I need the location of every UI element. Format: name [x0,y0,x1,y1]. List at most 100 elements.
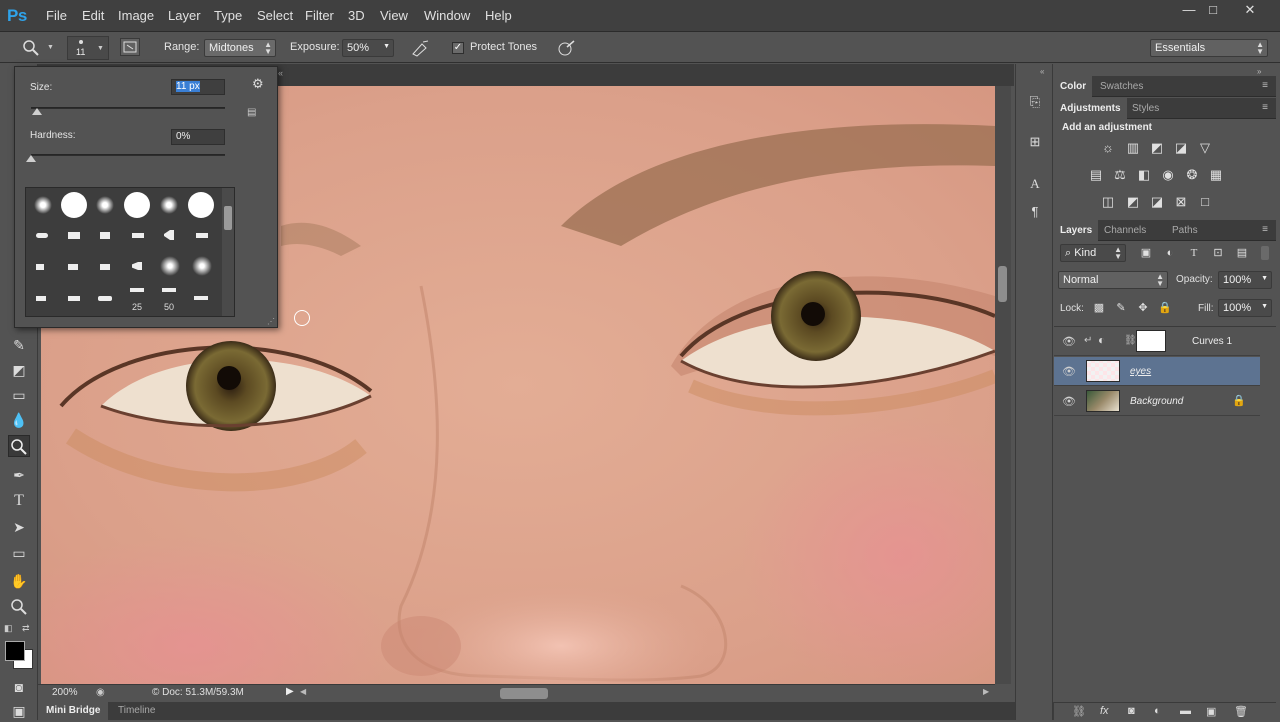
menu-filter[interactable]: Filter [305,8,334,23]
foreground-color-swatch[interactable] [5,641,25,661]
new-preset-icon[interactable]: ▤ [247,107,256,118]
character-icon[interactable]: A [1025,174,1045,194]
pen-tool-icon[interactable]: ✒ [8,464,30,486]
type-tool-icon[interactable]: T [8,490,30,512]
panel-menu-icon[interactable]: ≡ [1262,102,1268,113]
brush-tip-grid[interactable]: 25 50 [25,187,235,317]
hand-tool-icon[interactable]: ✋ [8,570,30,592]
invert-icon[interactable]: ◫ [1099,193,1117,211]
airbrush-icon[interactable] [410,39,430,57]
lock-position-icon[interactable]: ✥ [1134,299,1152,317]
menu-file[interactable]: File [46,8,67,23]
screen-mode-icon[interactable]: ▣ [8,700,30,722]
brush-tip-small[interactable] [162,288,176,292]
protect-tones-checkbox[interactable]: ✓ [452,42,464,54]
brush-panel-toggle-icon[interactable] [120,38,140,56]
brush-tip-small[interactable] [100,232,110,239]
menu-type[interactable]: Type [214,8,242,23]
vibrance-icon[interactable]: ▽ [1196,139,1214,157]
properties-icon[interactable]: ⊞ [1025,132,1045,152]
tab-layers[interactable]: Layers [1054,220,1099,241]
layer-mask-thumbnail[interactable] [1136,330,1166,352]
tab-paths[interactable]: Paths [1166,220,1204,241]
history-icon[interactable]: ⎘ [1025,92,1045,112]
resize-grip-icon[interactable]: ⋰ [267,317,275,326]
vertical-scrollbar[interactable] [995,86,1011,684]
menu-view[interactable]: View [380,8,408,23]
range-dropdown[interactable]: Midtones ▲ ▼ [204,39,276,57]
maximize-icon[interactable]: □ [1202,2,1224,20]
brightness-contrast-icon[interactable]: ☼ [1099,139,1117,157]
path-selection-tool-icon[interactable]: ➤ [8,516,30,538]
visibility-eye-icon[interactable]: 👁 [1062,395,1076,408]
size-slider-thumb[interactable] [31,108,42,115]
brush-tip-small[interactable] [68,232,80,239]
status-info-icon[interactable]: ◉ [96,687,105,698]
brush-tip-small[interactable] [164,230,174,240]
menu-3d[interactable]: 3D [348,8,365,23]
brush-tip-hard-round[interactable] [124,192,150,218]
black-white-icon[interactable]: ◧ [1135,166,1153,184]
filter-shape-icon[interactable]: ⊡ [1209,244,1227,262]
visibility-eye-icon[interactable]: 👁 [1062,365,1076,378]
filter-type-icon[interactable]: T [1185,244,1203,262]
sponge-tool-icon[interactable] [8,435,30,457]
fill-field[interactable]: 100% ▼ [1218,299,1272,317]
trash-icon[interactable]: 🗑 [1234,705,1248,718]
brush-tip-small[interactable] [98,296,112,301]
scroll-left-arrow-icon[interactable]: ◀ [300,687,306,696]
mask-link-icon[interactable]: ⛓ [1124,335,1137,346]
close-icon[interactable]: ✕ [1239,2,1261,20]
gear-icon[interactable]: ⚙ [252,76,264,92]
lock-all-icon[interactable]: 🔒 [1156,299,1174,317]
brush-tip-hard-round[interactable] [61,192,87,218]
opacity-field[interactable]: 100% ▼ [1218,271,1272,289]
curves-icon[interactable]: ◩ [1148,139,1166,157]
expand-arrows-icon[interactable]: » [1257,67,1261,76]
brush-tip-small[interactable] [36,264,44,270]
tab-channels[interactable]: Channels [1098,220,1152,241]
layer-name[interactable]: Curves 1 [1192,336,1232,347]
brush-tip-small[interactable] [130,288,144,292]
menu-select[interactable]: Select [257,8,293,23]
tab-timeline[interactable]: Timeline [118,705,155,716]
scrollbar-thumb[interactable] [998,266,1007,302]
gradient-tool-icon[interactable]: ▭ [8,384,30,406]
tab-styles[interactable]: Styles [1126,98,1165,119]
blur-tool-icon[interactable]: 💧 [8,409,30,431]
hardness-slider-thumb[interactable] [26,155,36,162]
layer-name[interactable]: eyes [1130,366,1151,377]
filter-smart-object-icon[interactable]: ▤ [1233,244,1251,262]
layer-row[interactable]: 👁 ↵ ◐ ⛓ Curves 1 [1054,327,1260,356]
filter-kind-dropdown[interactable]: ⌕ Kind ▲ ▼ [1060,244,1126,262]
new-layer-icon[interactable]: ▣ [1206,705,1216,718]
posterize-icon[interactable]: ◩ [1124,193,1142,211]
scroll-right-arrow-icon[interactable]: ▶ [983,687,989,696]
eraser-tool-icon[interactable]: ◩ [8,359,30,381]
size-slider[interactable] [31,107,225,109]
paragraph-icon[interactable]: ¶ [1025,202,1045,222]
photo-filter-icon[interactable]: ◉ [1159,166,1177,184]
tab-adjustments[interactable]: Adjustments [1054,98,1127,119]
swap-colors-icon[interactable]: ⇄ [22,623,30,634]
filter-pixel-icon[interactable]: ▣ [1137,244,1155,262]
threshold-icon[interactable]: ◪ [1148,193,1166,211]
add-mask-icon[interactable]: ◙ [1128,705,1135,717]
brush-tip-soft-round[interactable] [160,256,180,276]
color-balance-icon[interactable]: ⚖ [1111,166,1129,184]
brush-tip-hard-round[interactable] [188,192,214,218]
brush-preset-picker[interactable]: 11 ▼ [67,36,109,60]
brush-tip-small[interactable] [68,296,80,301]
brush-tip-soft-round[interactable] [34,196,52,214]
menu-layer[interactable]: Layer [168,8,201,23]
new-adjustment-icon[interactable]: ◐ [1154,705,1161,717]
status-menu-arrow-icon[interactable]: ▶ [286,686,294,697]
tab-color[interactable]: Color [1054,76,1093,97]
exposure-icon[interactable]: ◪ [1172,139,1190,157]
zoom-level[interactable]: 200% [52,687,78,698]
rectangle-tool-icon[interactable]: ▭ [8,542,30,564]
sponge-tool-preset-icon[interactable] [22,39,40,57]
link-layers-icon[interactable]: ⛓ [1072,705,1086,718]
size-input[interactable]: 11 px [171,79,225,95]
tab-mini-bridge[interactable]: Mini Bridge [38,702,109,720]
